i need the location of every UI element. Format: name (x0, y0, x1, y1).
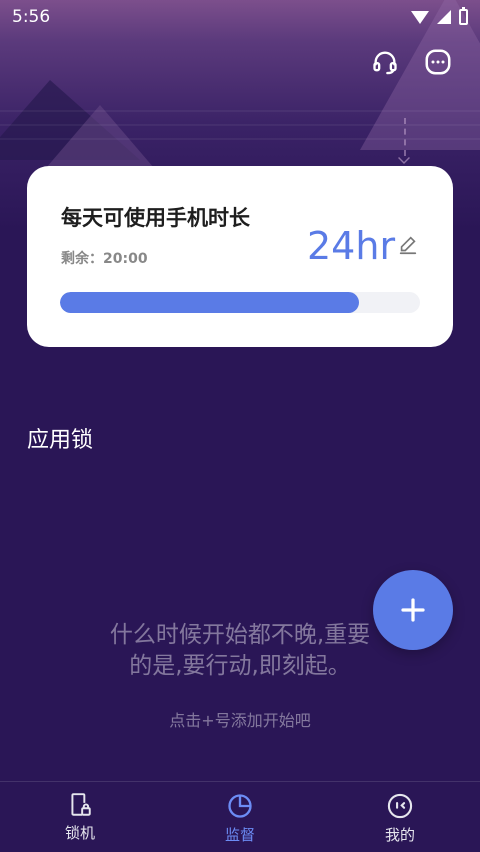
chat-more-icon (425, 49, 451, 75)
status-bar: 5:56 (0, 0, 480, 34)
nav-item-mine[interactable]: 我的 (320, 782, 480, 852)
daily-limit-card[interactable]: 每天可使用手机时长 剩余：20:00 24hr (27, 166, 453, 347)
nav-label-supervise: 监督 (224, 826, 255, 844)
battery-icon (459, 7, 468, 25)
wifi-icon (411, 10, 429, 24)
remaining-time: 剩余：20:00 (61, 251, 148, 267)
empty-state-hint: 点击+号添加开始吧 (169, 711, 311, 730)
usage-progress-fill (60, 292, 359, 313)
pencil-icon (399, 236, 417, 255)
daily-hours: 24hr (307, 224, 396, 268)
status-time: 5:56 (12, 7, 51, 27)
nav-label-lock: 锁机 (64, 824, 95, 842)
usage-progress-bar (60, 292, 420, 313)
plus-icon (401, 598, 425, 622)
cell-signal-icon (437, 10, 451, 24)
quote-line-2: 的是,要行动,即刻起。 (129, 653, 351, 679)
headset-icon (373, 51, 397, 75)
edit-button[interactable] (397, 234, 419, 256)
nav-label-mine: 我的 (384, 826, 415, 844)
card-title: 每天可使用手机时长 (61, 206, 250, 230)
more-button[interactable] (420, 44, 456, 80)
status-icons (411, 7, 468, 25)
support-button[interactable] (367, 44, 403, 80)
nav-item-supervise[interactable]: 监督 (160, 782, 320, 852)
pie-chart-icon (228, 794, 252, 818)
add-app-button[interactable] (373, 570, 453, 650)
face-icon (387, 793, 413, 819)
bottom-nav: 锁机 监督 我的 (0, 781, 480, 852)
section-title-app-lock: 应用锁 (27, 428, 94, 453)
nav-item-lock[interactable]: 锁机 (0, 782, 160, 852)
phone-lock-icon (71, 793, 91, 816)
